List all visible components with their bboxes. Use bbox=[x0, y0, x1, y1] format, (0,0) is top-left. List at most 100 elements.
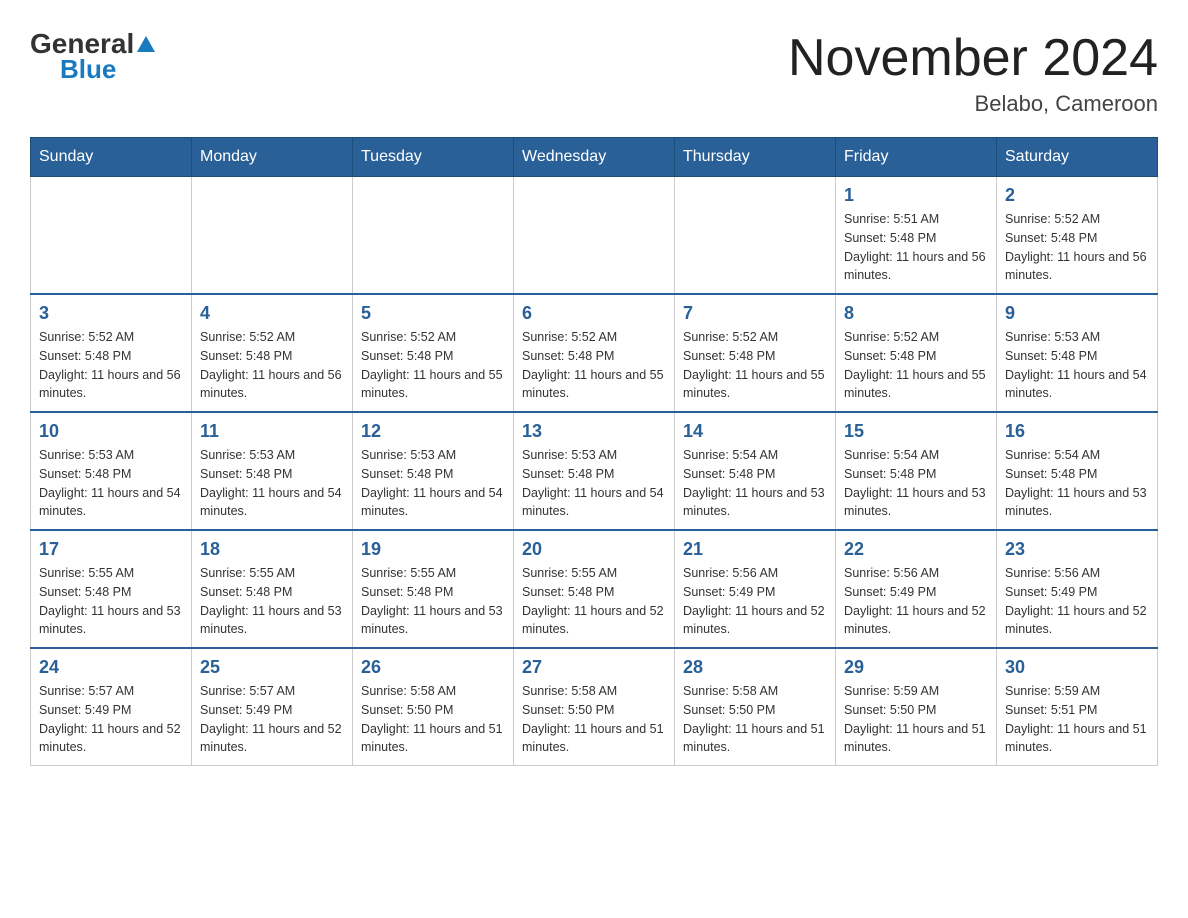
day-number: 15 bbox=[844, 421, 988, 442]
day-info: Sunrise: 5:53 AM Sunset: 5:48 PM Dayligh… bbox=[1005, 328, 1149, 403]
calendar-cell: 24Sunrise: 5:57 AM Sunset: 5:49 PM Dayli… bbox=[31, 648, 192, 766]
logo: General Blue bbox=[30, 30, 155, 85]
day-info: Sunrise: 5:52 AM Sunset: 5:48 PM Dayligh… bbox=[200, 328, 344, 403]
day-number: 26 bbox=[361, 657, 505, 678]
day-info: Sunrise: 5:58 AM Sunset: 5:50 PM Dayligh… bbox=[522, 682, 666, 757]
calendar-cell: 3 Sunrise: 5:52 AM Sunset: 5:48 PM Daylig… bbox=[31, 294, 192, 412]
calendar-cell: 22 Sunrise: 5:56 AM Sunset: 5:49 PM Dayli… bbox=[836, 530, 997, 648]
calendar-cell: 5 Sunrise: 5:52 AM Sunset: 5:48 PM Daylig… bbox=[353, 294, 514, 412]
day-number: 8 bbox=[844, 303, 988, 324]
day-info: Sunrise: 5:54 AM Sunset: 5:48 PM Dayligh… bbox=[1005, 446, 1149, 521]
logo-triangle-icon bbox=[137, 36, 155, 52]
day-number: 6 bbox=[522, 303, 666, 324]
calendar-cell: 18 Sunrise: 5:55 AM Sunset: 5:48 PM Dayli… bbox=[192, 530, 353, 648]
day-number: 30 bbox=[1005, 657, 1149, 678]
day-info: Sunrise: 5:54 AM Sunset: 5:48 PM Dayligh… bbox=[683, 446, 827, 521]
day-of-week-header: Friday bbox=[836, 138, 997, 177]
day-number: 20 bbox=[522, 539, 666, 560]
day-of-week-header: Sunday bbox=[31, 138, 192, 177]
calendar-cell: 9 Sunrise: 5:53 AM Sunset: 5:48 PM Daylig… bbox=[997, 294, 1158, 412]
day-number: 3 bbox=[39, 303, 183, 324]
day-info: Sunrise: 5:55 AM Sunset: 5:48 PM Dayligh… bbox=[39, 564, 183, 639]
calendar-cell: 29 Sunrise: 5:59 AM Sunset: 5:50 PM Dayli… bbox=[836, 648, 997, 766]
calendar-week-row: 17 Sunrise: 5:55 AM Sunset: 5:48 PM Dayli… bbox=[31, 530, 1158, 648]
calendar-cell: 15Sunrise: 5:54 AM Sunset: 5:48 PM Dayli… bbox=[836, 412, 997, 530]
calendar-cell: 12Sunrise: 5:53 AM Sunset: 5:48 PM Dayli… bbox=[353, 412, 514, 530]
day-number: 22 bbox=[844, 539, 988, 560]
calendar-cell: 14 Sunrise: 5:54 AM Sunset: 5:48 PM Dayli… bbox=[675, 412, 836, 530]
calendar-cell bbox=[514, 177, 675, 295]
day-number: 24 bbox=[39, 657, 183, 678]
day-info: Sunrise: 5:57 AM Sunset: 5:49 PM Dayligh… bbox=[200, 682, 344, 757]
day-info: Sunrise: 5:58 AM Sunset: 5:50 PM Dayligh… bbox=[361, 682, 505, 757]
calendar-cell: 7 Sunrise: 5:52 AM Sunset: 5:48 PM Daylig… bbox=[675, 294, 836, 412]
day-number: 9 bbox=[1005, 303, 1149, 324]
day-info: Sunrise: 5:55 AM Sunset: 5:48 PM Dayligh… bbox=[522, 564, 666, 639]
day-number: 5 bbox=[361, 303, 505, 324]
day-of-week-header: Tuesday bbox=[353, 138, 514, 177]
day-number: 16 bbox=[1005, 421, 1149, 442]
day-number: 11 bbox=[200, 421, 344, 442]
day-info: Sunrise: 5:52 AM Sunset: 5:48 PM Dayligh… bbox=[39, 328, 183, 403]
day-number: 7 bbox=[683, 303, 827, 324]
calendar-cell: 30 Sunrise: 5:59 AM Sunset: 5:51 PM Dayli… bbox=[997, 648, 1158, 766]
day-number: 18 bbox=[200, 539, 344, 560]
day-number: 19 bbox=[361, 539, 505, 560]
calendar-cell: 6 Sunrise: 5:52 AM Sunset: 5:48 PM Daylig… bbox=[514, 294, 675, 412]
day-number: 2 bbox=[1005, 185, 1149, 206]
calendar-cell: 8 Sunrise: 5:52 AM Sunset: 5:48 PM Daylig… bbox=[836, 294, 997, 412]
day-number: 10 bbox=[39, 421, 183, 442]
day-number: 17 bbox=[39, 539, 183, 560]
calendar-cell: 28Sunrise: 5:58 AM Sunset: 5:50 PM Dayli… bbox=[675, 648, 836, 766]
day-number: 25 bbox=[200, 657, 344, 678]
calendar-cell: 17 Sunrise: 5:55 AM Sunset: 5:48 PM Dayli… bbox=[31, 530, 192, 648]
day-info: Sunrise: 5:55 AM Sunset: 5:48 PM Dayligh… bbox=[361, 564, 505, 639]
calendar-cell: 11 Sunrise: 5:53 AM Sunset: 5:48 PM Dayli… bbox=[192, 412, 353, 530]
day-info: Sunrise: 5:52 AM Sunset: 5:48 PM Dayligh… bbox=[1005, 210, 1149, 285]
day-info: Sunrise: 5:59 AM Sunset: 5:50 PM Dayligh… bbox=[844, 682, 988, 757]
calendar-cell: 27Sunrise: 5:58 AM Sunset: 5:50 PM Dayli… bbox=[514, 648, 675, 766]
day-info: Sunrise: 5:56 AM Sunset: 5:49 PM Dayligh… bbox=[1005, 564, 1149, 639]
day-info: Sunrise: 5:53 AM Sunset: 5:48 PM Dayligh… bbox=[200, 446, 344, 521]
day-info: Sunrise: 5:52 AM Sunset: 5:48 PM Dayligh… bbox=[522, 328, 666, 403]
day-number: 13 bbox=[522, 421, 666, 442]
calendar-cell: 26 Sunrise: 5:58 AM Sunset: 5:50 PM Dayli… bbox=[353, 648, 514, 766]
calendar-cell bbox=[353, 177, 514, 295]
day-number: 23 bbox=[1005, 539, 1149, 560]
day-number: 14 bbox=[683, 421, 827, 442]
location: Belabo, Cameroon bbox=[788, 91, 1158, 117]
day-info: Sunrise: 5:53 AM Sunset: 5:48 PM Dayligh… bbox=[522, 446, 666, 521]
calendar-cell: 10 Sunrise: 5:53 AM Sunset: 5:48 PM Dayli… bbox=[31, 412, 192, 530]
calendar-cell: 13 Sunrise: 5:53 AM Sunset: 5:48 PM Dayli… bbox=[514, 412, 675, 530]
page-header: General Blue November 2024 Belabo, Camer… bbox=[30, 30, 1158, 117]
day-info: Sunrise: 5:53 AM Sunset: 5:48 PM Dayligh… bbox=[39, 446, 183, 521]
day-number: 1 bbox=[844, 185, 988, 206]
day-of-week-header: Thursday bbox=[675, 138, 836, 177]
calendar-cell bbox=[675, 177, 836, 295]
day-info: Sunrise: 5:52 AM Sunset: 5:48 PM Dayligh… bbox=[361, 328, 505, 403]
day-info: Sunrise: 5:53 AM Sunset: 5:48 PM Dayligh… bbox=[361, 446, 505, 521]
day-of-week-header: Saturday bbox=[997, 138, 1158, 177]
day-info: Sunrise: 5:56 AM Sunset: 5:49 PM Dayligh… bbox=[844, 564, 988, 639]
calendar-cell: 19 Sunrise: 5:55 AM Sunset: 5:48 PM Dayli… bbox=[353, 530, 514, 648]
day-of-week-header: Wednesday bbox=[514, 138, 675, 177]
calendar-cell bbox=[31, 177, 192, 295]
day-number: 28 bbox=[683, 657, 827, 678]
day-info: Sunrise: 5:59 AM Sunset: 5:51 PM Dayligh… bbox=[1005, 682, 1149, 757]
day-number: 29 bbox=[844, 657, 988, 678]
title-block: November 2024 Belabo, Cameroon bbox=[788, 30, 1158, 117]
calendar-cell bbox=[192, 177, 353, 295]
day-number: 21 bbox=[683, 539, 827, 560]
calendar-week-row: 1Sunrise: 5:51 AM Sunset: 5:48 PM Daylig… bbox=[31, 177, 1158, 295]
day-info: Sunrise: 5:52 AM Sunset: 5:48 PM Dayligh… bbox=[683, 328, 827, 403]
calendar-cell: 16 Sunrise: 5:54 AM Sunset: 5:48 PM Dayli… bbox=[997, 412, 1158, 530]
calendar-cell: 2 Sunrise: 5:52 AM Sunset: 5:48 PM Daylig… bbox=[997, 177, 1158, 295]
day-info: Sunrise: 5:55 AM Sunset: 5:48 PM Dayligh… bbox=[200, 564, 344, 639]
calendar-week-row: 3 Sunrise: 5:52 AM Sunset: 5:48 PM Daylig… bbox=[31, 294, 1158, 412]
calendar-cell: 20 Sunrise: 5:55 AM Sunset: 5:48 PM Dayli… bbox=[514, 530, 675, 648]
month-title: November 2024 bbox=[788, 30, 1158, 87]
calendar-cell: 1Sunrise: 5:51 AM Sunset: 5:48 PM Daylig… bbox=[836, 177, 997, 295]
calendar-header-row: SundayMondayTuesdayWednesdayThursdayFrid… bbox=[31, 138, 1158, 177]
day-number: 4 bbox=[200, 303, 344, 324]
day-info: Sunrise: 5:52 AM Sunset: 5:48 PM Dayligh… bbox=[844, 328, 988, 403]
